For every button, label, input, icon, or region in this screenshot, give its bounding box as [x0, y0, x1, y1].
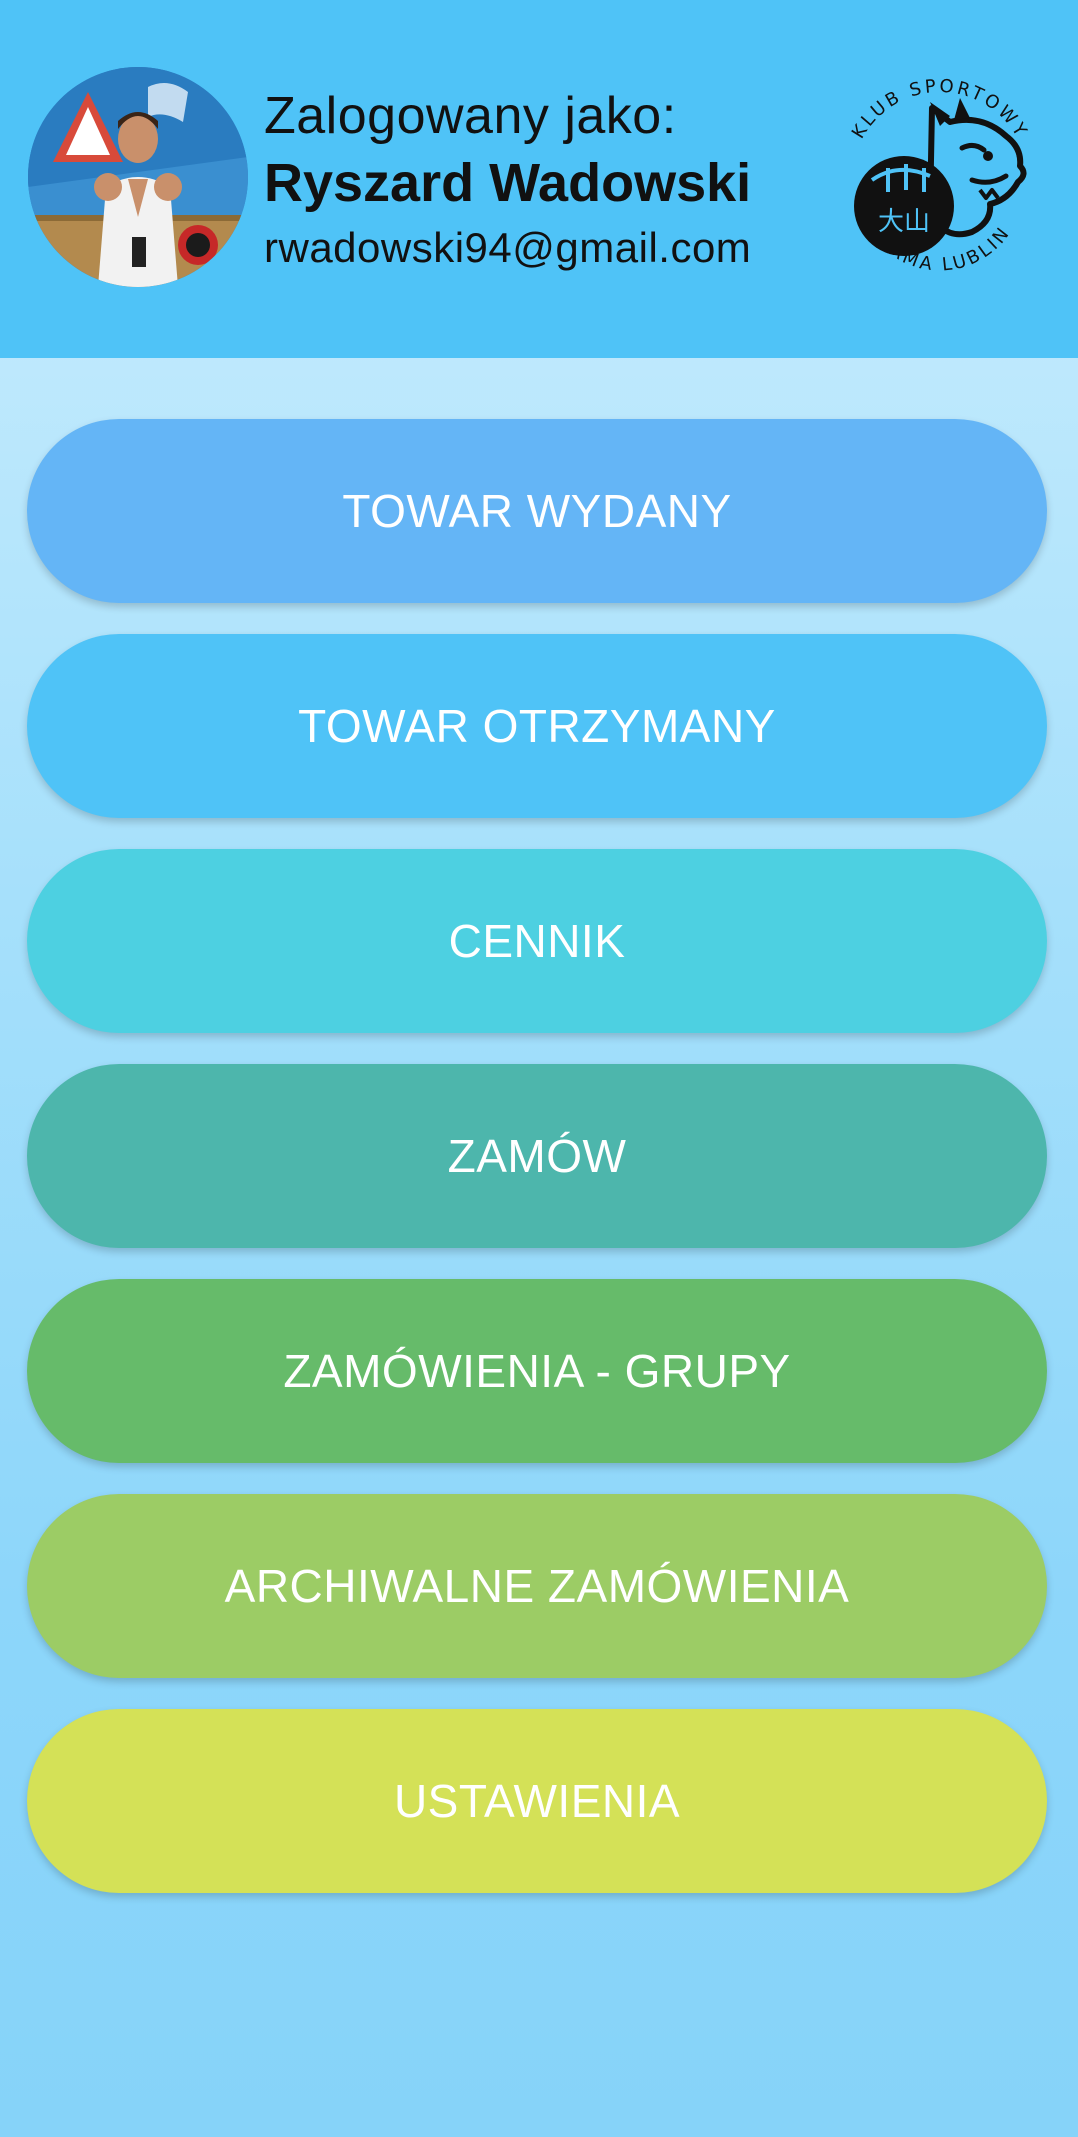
towar-otrzymany-label: TOWAR OTRZYMANY — [298, 700, 776, 752]
logged-as-label: Zalogowany jako: — [264, 87, 677, 145]
main-menu: TOWAR WYDANY TOWAR OTRZYMANY CENNIK ZAMÓ… — [27, 419, 1047, 1924]
towar-wydany-button[interactable]: TOWAR WYDANY — [27, 419, 1047, 603]
zamowienia-grupy-button[interactable]: ZAMÓWIENIA - GRUPY — [27, 1279, 1047, 1463]
archiwalne-zamowienia-button[interactable]: ARCHIWALNE ZAMÓWIENIA — [27, 1494, 1047, 1678]
zamowienia-grupy-label: ZAMÓWIENIA - GRUPY — [283, 1345, 791, 1397]
ustawienia-label: USTAWIENIA — [393, 1775, 681, 1827]
user-photo — [28, 67, 248, 287]
cennik-label: CENNIK — [448, 915, 626, 967]
towar-otrzymany-button[interactable]: TOWAR OTRZYMANY — [27, 634, 1047, 818]
archiwalne-zamowienia-label: ARCHIWALNE ZAMÓWIENIA — [224, 1560, 850, 1612]
club-logo: KLUB SPORTOWY OYAMA LUBLIN 大山 — [822, 62, 1058, 298]
app-header: Zalogowany jako: Ryszard Wadowski rwadow… — [0, 0, 1078, 358]
user-name: Ryszard Wadowski — [264, 153, 752, 213]
user-info: Zalogowany jako: Ryszard Wadowski rwadow… — [264, 82, 751, 276]
ustawienia-button[interactable]: USTAWIENIA — [27, 1709, 1047, 1893]
zamow-label: ZAMÓW — [447, 1130, 627, 1182]
svg-text:大山: 大山 — [878, 207, 930, 237]
cennik-button[interactable]: CENNIK — [27, 849, 1047, 1033]
user-email: rwadowski94@gmail.com — [264, 224, 752, 271]
user-avatar — [28, 67, 248, 287]
towar-wydany-label: TOWAR WYDANY — [342, 485, 732, 537]
zamow-button[interactable]: ZAMÓW — [27, 1064, 1047, 1248]
